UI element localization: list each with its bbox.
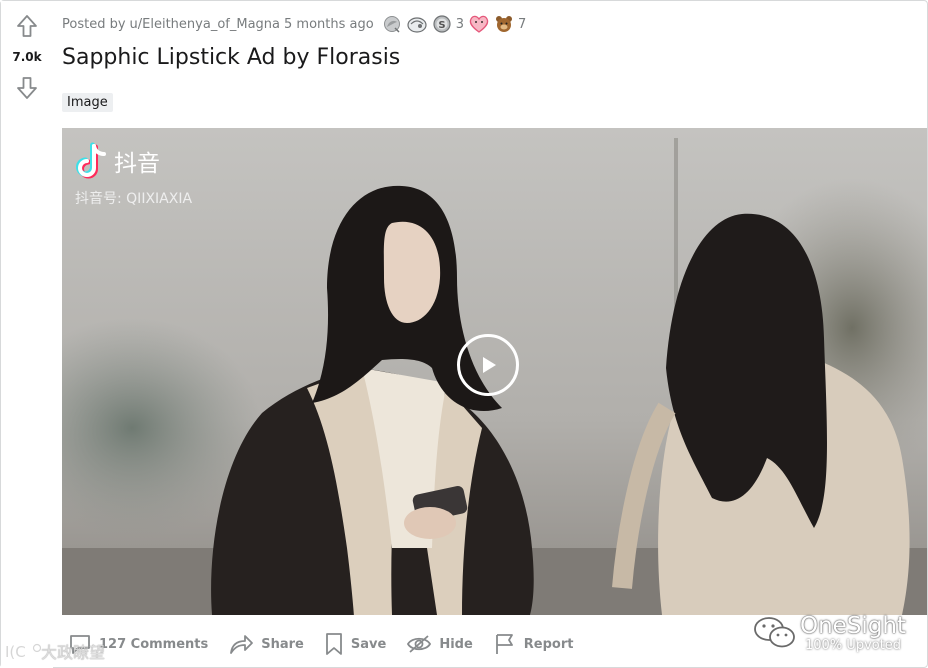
coin-award-count: 3 [455, 16, 464, 32]
post-timestamp[interactable]: 5 months ago [284, 17, 374, 32]
save-button[interactable]: Save [318, 627, 392, 661]
silver-award-icon[interactable] [382, 14, 402, 34]
author-link[interactable]: u/Eleithenya_of_Magna [130, 17, 280, 32]
onesight-brand: OneSight [800, 613, 907, 639]
left-watermark-text: 大政瞭望 [41, 643, 106, 662]
save-label: Save [350, 636, 387, 652]
hide-button[interactable]: Hide [400, 627, 478, 661]
report-button[interactable]: Report [487, 627, 580, 661]
bear-award-count: 7 [517, 16, 527, 32]
upvote-arrow-icon [17, 15, 37, 37]
post-title[interactable]: Sapphic Lipstick Ad by Florasis [62, 45, 400, 70]
post-actions: 127 Comments Share Save Hide Report [62, 627, 587, 661]
hide-label: Hide [439, 636, 473, 652]
svg-text:I(C: I(C [5, 643, 26, 661]
share-icon [230, 635, 254, 654]
left-watermark: I(C 大政瞭望 [5, 639, 105, 663]
play-button[interactable] [457, 334, 519, 396]
onesight-watermark: OneSight 100% Upvoted [753, 611, 927, 661]
wechat-logo-icon [754, 617, 795, 648]
downvote-arrow-icon [17, 77, 37, 99]
helpful-award-icon[interactable] [406, 14, 428, 34]
bookmark-icon [325, 633, 342, 655]
post-flair[interactable]: Image [62, 93, 113, 112]
report-flag-icon [495, 634, 513, 654]
share-label: Share [261, 636, 304, 652]
hide-eye-icon [407, 635, 432, 653]
vote-column: 7.0k [1, 1, 53, 668]
posted-by-label: Posted by [62, 16, 126, 32]
tiktok-logo-icon [74, 144, 108, 178]
post-card: 7.0k Posted by u/Eleithenya_of_Magna 5 m… [0, 0, 928, 668]
upvote-button[interactable] [14, 13, 40, 39]
watermark-logo-icon: I(C [5, 643, 41, 661]
comments-label: 127 Comments [99, 636, 209, 652]
upvote-ratio: 100% Upvoted [805, 638, 902, 653]
downvote-button[interactable] [14, 75, 40, 101]
bear-award-icon[interactable] [494, 14, 514, 34]
heart-award-icon[interactable] [468, 14, 490, 34]
tiktok-watermark: 抖音 [74, 144, 160, 178]
coin-award-icon[interactable]: S [432, 14, 452, 34]
play-icon [483, 357, 496, 373]
report-label: Report [523, 636, 574, 652]
video-player[interactable]: 抖音 抖音号: QIIXIAXIA [62, 128, 927, 615]
tiktok-id: 抖音号: QIIXIAXIA [75, 191, 193, 207]
svg-text:S: S [438, 20, 445, 31]
vote-count: 7.0k [12, 50, 42, 64]
share-button[interactable]: Share [222, 627, 310, 661]
tiktok-name: 抖音 [114, 151, 160, 177]
post-meta: Posted by u/Eleithenya_of_Magna 5 months… [62, 15, 530, 33]
